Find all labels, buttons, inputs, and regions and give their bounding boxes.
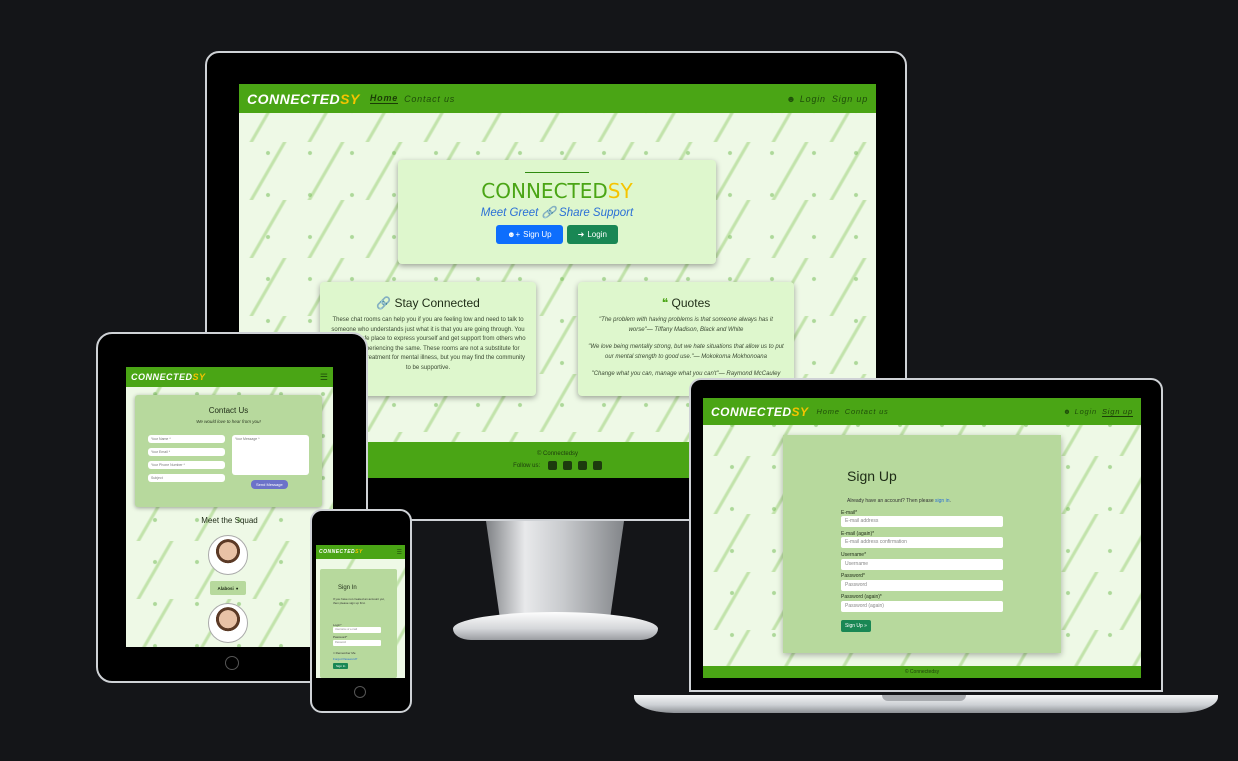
monitor-stand: [486, 521, 624, 626]
send-message-button[interactable]: Send Message: [251, 480, 288, 489]
stay-connected-title: 🔗 Stay Connected: [376, 296, 480, 310]
signin-text: If you have not created an account yet, …: [333, 597, 385, 606]
member-github-button[interactable]: Alabosi ●: [210, 581, 246, 595]
quote-item: "The problem with having problems is tha…: [599, 317, 773, 333]
forgot-password-link[interactable]: Forgot Password?: [333, 657, 357, 661]
signup-button[interactable]: Sign Up »: [841, 620, 871, 632]
signup-title: Sign Up: [847, 468, 897, 484]
signin-button[interactable]: Sign In: [333, 663, 349, 669]
phone-home-button: [354, 686, 366, 698]
squad-title: Meet the Squad: [201, 516, 258, 525]
email-input[interactable]: E-mail address: [841, 516, 1003, 527]
laptop-notch: [882, 695, 966, 701]
hamburger-icon[interactable]: ☰: [320, 372, 328, 383]
monitor-stand-base: [453, 612, 658, 640]
sign-in-icon: ➜: [577, 230, 585, 239]
tablet-navbar: CONNECTEDSY ☰: [126, 367, 333, 387]
footer: © Connectedsy: [703, 666, 1141, 678]
subject-input[interactable]: Subject: [148, 474, 225, 482]
have-account-text: Already have an account? Then please sig…: [847, 498, 951, 504]
twitter-icon[interactable]: [562, 461, 572, 470]
signin-title: Sign In: [338, 585, 357, 591]
email-input[interactable]: Your Email *: [148, 448, 225, 456]
password-input[interactable]: Password: [333, 640, 381, 646]
signin-link[interactable]: sign in: [935, 498, 949, 504]
hero-login-button[interactable]: ➜ Login: [566, 225, 618, 244]
hero-tagline: Meet Greet 🔗 Share Support: [480, 207, 634, 219]
hero-rule: [525, 172, 589, 173]
avatar: [208, 535, 248, 575]
instagram-icon[interactable]: [577, 461, 587, 470]
quote-icon: ❝: [661, 296, 669, 310]
footer-follow: Follow us:: [513, 463, 541, 470]
password-input[interactable]: Password: [841, 580, 1003, 591]
nav-login[interactable]: ☻ Login: [1063, 407, 1097, 416]
username-input[interactable]: Username: [841, 559, 1003, 570]
password-label: Password*: [841, 573, 865, 579]
nav-contact[interactable]: Contact us: [404, 94, 455, 104]
link-icon: 🔗: [541, 207, 556, 219]
tablet-screen: CONNECTEDSY ☰ Contact Us We would love t…: [126, 367, 333, 647]
tablet-home-button: [225, 656, 239, 670]
contact-title: Contact Us: [208, 406, 249, 415]
remember-checkbox[interactable]: □ Remember Me: [333, 651, 356, 655]
phone-navbar: CONNECTEDSY ☰: [316, 545, 405, 559]
link-icon: 🔗: [376, 296, 392, 310]
github-icon: ●: [235, 585, 239, 591]
login-input[interactable]: Username or e-mail: [333, 627, 381, 633]
brand-logo[interactable]: CONNECTEDSY: [131, 372, 206, 382]
hamburger-icon[interactable]: ☰: [397, 549, 402, 556]
message-textarea[interactable]: Your Message *: [232, 435, 309, 475]
name-input[interactable]: Your Name *: [148, 435, 225, 443]
password2-label: Password (again)*: [841, 594, 882, 600]
hero-card: CONNECTEDSY Meet Greet 🔗 Share Support ☻…: [398, 160, 716, 264]
quotes-title: ❝ Quotes: [661, 296, 711, 310]
avatar: [208, 603, 248, 643]
brand-logo[interactable]: CONNECTEDSY: [711, 405, 809, 419]
nav-login[interactable]: ☻ Login: [786, 94, 826, 104]
brand-logo[interactable]: CONNECTEDSY: [319, 549, 363, 555]
password-label: Password*: [333, 635, 348, 639]
nav-contact[interactable]: Contact us: [845, 407, 889, 416]
signup-card: Sign Up Already have an account? Then pl…: [783, 435, 1061, 653]
user-plus-icon: ☻+: [507, 230, 521, 239]
nav-home[interactable]: Home: [369, 93, 399, 104]
username-label: Username*: [841, 552, 867, 558]
hero-signup-button[interactable]: ☻+ Sign Up: [496, 225, 563, 244]
quote-item: "We love being mentally strong, but we h…: [588, 344, 784, 360]
email2-input[interactable]: E-mail address confirmation: [841, 537, 1003, 548]
password2-input[interactable]: Password (again): [841, 601, 1003, 612]
nav-home[interactable]: Home: [817, 407, 840, 416]
laptop-screen: CONNECTEDSY Home Contact us ☻ Login Sign…: [703, 398, 1141, 678]
nav-signup[interactable]: Sign up: [1101, 407, 1133, 417]
youtube-icon[interactable]: [592, 461, 602, 470]
contact-card: Contact Us We would love to hear from yo…: [135, 395, 322, 507]
signin-card: Sign In If you have not created an accou…: [320, 569, 397, 678]
facebook-icon[interactable]: [547, 461, 557, 470]
nav-signup[interactable]: Sign up: [832, 94, 868, 104]
hero-title: CONNECTEDSY: [481, 179, 633, 203]
contact-subtitle: We would love to hear from you!: [196, 419, 261, 424]
brand-logo[interactable]: CONNECTEDSY: [247, 91, 360, 107]
phone-input[interactable]: Your Phone Number *: [148, 461, 225, 469]
laptop-navbar: CONNECTEDSY Home Contact us ☻ Login Sign…: [703, 398, 1141, 425]
navbar: CONNECTEDSY Home Contact us ☻ Login Sign…: [239, 84, 876, 113]
phone-screen: CONNECTEDSY ☰ Sign In If you have not cr…: [316, 545, 405, 678]
